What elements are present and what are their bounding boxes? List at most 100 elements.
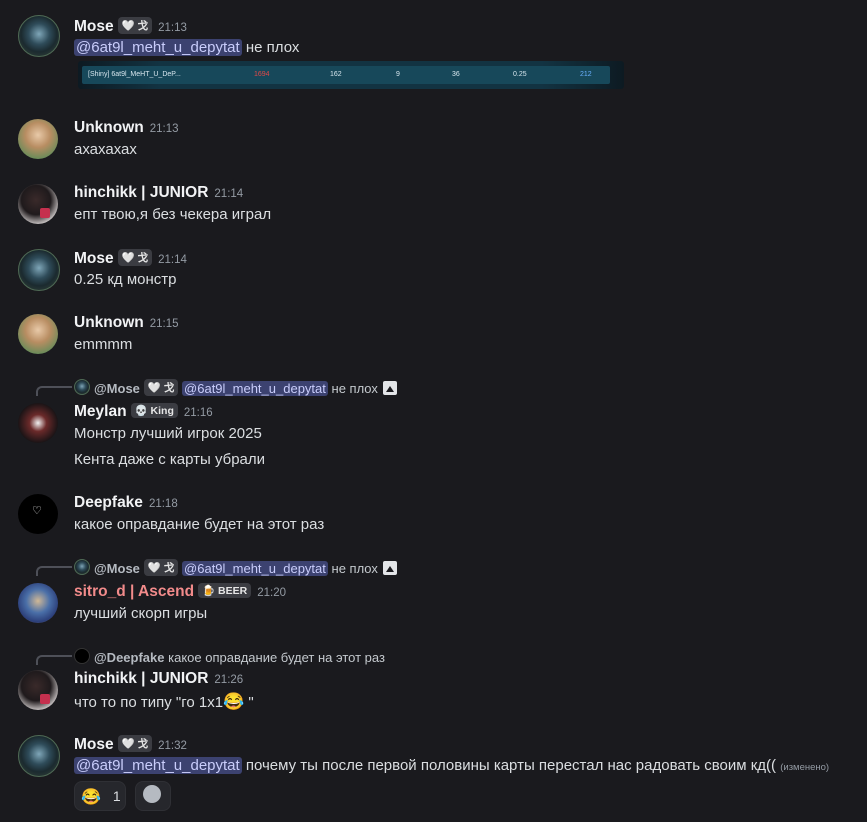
author-label[interactable]: Unknown xyxy=(74,119,144,136)
author-label[interactable]: Mose xyxy=(74,250,114,267)
author-name[interactable]: Mose 🤍 戈 21:14 xyxy=(74,249,187,268)
author-label[interactable]: Unknown xyxy=(74,314,144,331)
timestamp: 21:20 xyxy=(257,587,286,599)
role-tag: 🤍 戈 xyxy=(143,559,179,576)
timestamp: 21:26 xyxy=(214,674,244,686)
reply-preview[interactable]: @Mose 🤍 戈 @6at9l_meht_u_depytat не плох xyxy=(74,379,397,396)
reply-connector xyxy=(36,566,72,576)
score-col-2: 162 xyxy=(330,71,342,78)
image-icon xyxy=(382,561,397,575)
score-col-4: 36 xyxy=(452,71,460,78)
tears-of-joy-emoji-icon: 😂 xyxy=(223,692,245,711)
avatar[interactable] xyxy=(18,403,58,443)
author-name[interactable]: Deepfake 21:18 xyxy=(74,494,178,512)
message-text: что то по типу "го 1х1😂 " xyxy=(74,692,254,712)
author-label[interactable]: Mose xyxy=(74,736,114,753)
timestamp: 21:32 xyxy=(158,740,187,752)
message-text-2: Кента даже с карты убрали xyxy=(74,451,266,468)
timestamp: 21:16 xyxy=(183,407,213,419)
message-body: не плох xyxy=(245,39,300,56)
reply-preview[interactable]: @Mose 🤍 戈 @6at9l_meht_u_depytat не плох xyxy=(74,559,397,576)
reply-text: какое оправдание будет на этот раз xyxy=(168,650,385,665)
message-body: что то по типу "го 1х1 xyxy=(74,694,224,711)
user-mention[interactable]: @6at9l_meht_u_depytat xyxy=(182,381,328,396)
user-mention[interactable]: @6at9l_meht_u_depytat xyxy=(74,39,242,56)
reply-preview[interactable]: @Deepfake какое оправдание будет на этот… xyxy=(74,648,385,665)
author-label[interactable]: hinchikk | JUNIOR xyxy=(74,184,208,201)
message-body: почему ты после первой половины карты пе… xyxy=(245,757,777,774)
role-tag: 🤍 戈 xyxy=(117,735,153,752)
author-label[interactable]: sitro_d | Ascend xyxy=(74,583,194,600)
author-label[interactable]: Mose xyxy=(74,18,114,35)
reply-avatar xyxy=(74,379,90,395)
message-text: 0.25 кд монстр xyxy=(74,271,177,288)
avatar[interactable] xyxy=(18,119,58,159)
author-name[interactable]: Mose 🤍 戈 21:32 xyxy=(74,735,187,754)
reply-avatar xyxy=(74,559,90,575)
message-text: епт твою,я без чекера играл xyxy=(74,206,272,223)
timestamp: 21:14 xyxy=(214,188,244,200)
avatar[interactable] xyxy=(18,583,58,623)
message-text: какое оправдание будет на этот раз xyxy=(74,516,325,533)
message-text: emmmm xyxy=(74,336,133,353)
timestamp: 21:15 xyxy=(149,318,179,330)
image-icon xyxy=(382,381,397,395)
role-tag: 🍺 BEER xyxy=(198,583,252,598)
timestamp: 21:13 xyxy=(149,123,179,135)
avatar[interactable] xyxy=(18,184,58,224)
timestamp: 21:18 xyxy=(148,498,178,510)
author-label[interactable]: Deepfake xyxy=(74,494,143,511)
edited-label: (изменено) xyxy=(780,762,830,773)
author-label[interactable]: hinchikk | JUNIOR xyxy=(74,670,208,687)
player-name: [Shiny] 6at9l_MeHT_U_DeP... xyxy=(88,71,181,78)
add-reaction-button[interactable] xyxy=(135,781,172,811)
role-tag: 🤍 戈 xyxy=(117,249,153,266)
reply-author[interactable]: @Mose xyxy=(94,381,140,396)
score-col-5: 0.25 xyxy=(513,71,527,78)
message-text: @6at9l_meht_u_depytat не плох xyxy=(74,39,299,56)
reply-connector xyxy=(36,386,72,396)
timestamp: 21:13 xyxy=(158,22,187,34)
author-name[interactable]: Unknown 21:15 xyxy=(74,314,179,332)
tears-of-joy-emoji-icon: 😂 xyxy=(81,789,101,806)
message-text: @6at9l_meht_u_depytat почему ты после пе… xyxy=(74,757,829,774)
author-name[interactable]: sitro_d | Ascend 🍺 BEER 21:20 xyxy=(74,583,286,601)
avatar[interactable] xyxy=(18,735,60,777)
avatar[interactable] xyxy=(18,15,60,57)
reply-connector xyxy=(36,655,72,665)
reply-text: не плох xyxy=(331,561,378,576)
timestamp: 21:14 xyxy=(158,254,187,266)
role-tag: 🤍 戈 xyxy=(117,17,153,34)
author-name[interactable]: Unknown 21:13 xyxy=(74,119,179,137)
message-text: лучший скорп игры xyxy=(74,605,208,622)
reply-avatar xyxy=(74,648,90,664)
score-col-3: 9 xyxy=(396,71,400,78)
author-name[interactable]: Mose 🤍 戈 21:13 xyxy=(74,17,187,36)
author-name[interactable]: hinchikk | JUNIOR 21:26 xyxy=(74,670,243,688)
message-text: ахахахах xyxy=(74,141,137,158)
author-label[interactable]: Meylan xyxy=(74,403,127,420)
message-body-end: " xyxy=(244,694,254,711)
scoreboard-row: [Shiny] 6at9l_MeHT_U_DeP... 1694 162 9 3… xyxy=(82,66,610,84)
scoreboard-image[interactable]: [Shiny] 6at9l_MeHT_U_DeP... 1694 162 9 3… xyxy=(78,61,624,89)
reply-author[interactable]: @Deepfake xyxy=(94,650,164,665)
score-col-6: 212 xyxy=(580,71,592,78)
message-text: Монстр лучший игрок 2025 xyxy=(74,425,262,442)
score-col-1: 1694 xyxy=(254,71,270,78)
avatar[interactable] xyxy=(18,314,58,354)
role-tag: 🤍 戈 xyxy=(143,379,179,396)
role-tag: 💀 King xyxy=(130,403,178,418)
avatar[interactable] xyxy=(18,249,60,291)
user-mention[interactable]: @6at9l_meht_u_depytat xyxy=(182,561,328,576)
smiley-icon xyxy=(143,785,162,803)
author-name[interactable]: hinchikk | JUNIOR 21:14 xyxy=(74,184,243,202)
reaction-count: 1 xyxy=(112,788,121,804)
user-mention[interactable]: @6at9l_meht_u_depytat xyxy=(74,757,242,774)
reactions-bar: 😂 1 xyxy=(74,781,175,811)
reply-author[interactable]: @Mose xyxy=(94,561,140,576)
reply-text: не плох xyxy=(331,381,378,396)
reaction-button[interactable]: 😂 1 xyxy=(74,781,126,811)
avatar[interactable] xyxy=(18,494,58,534)
author-name[interactable]: Meylan 💀 King 21:16 xyxy=(74,403,213,421)
avatar[interactable] xyxy=(18,670,58,710)
